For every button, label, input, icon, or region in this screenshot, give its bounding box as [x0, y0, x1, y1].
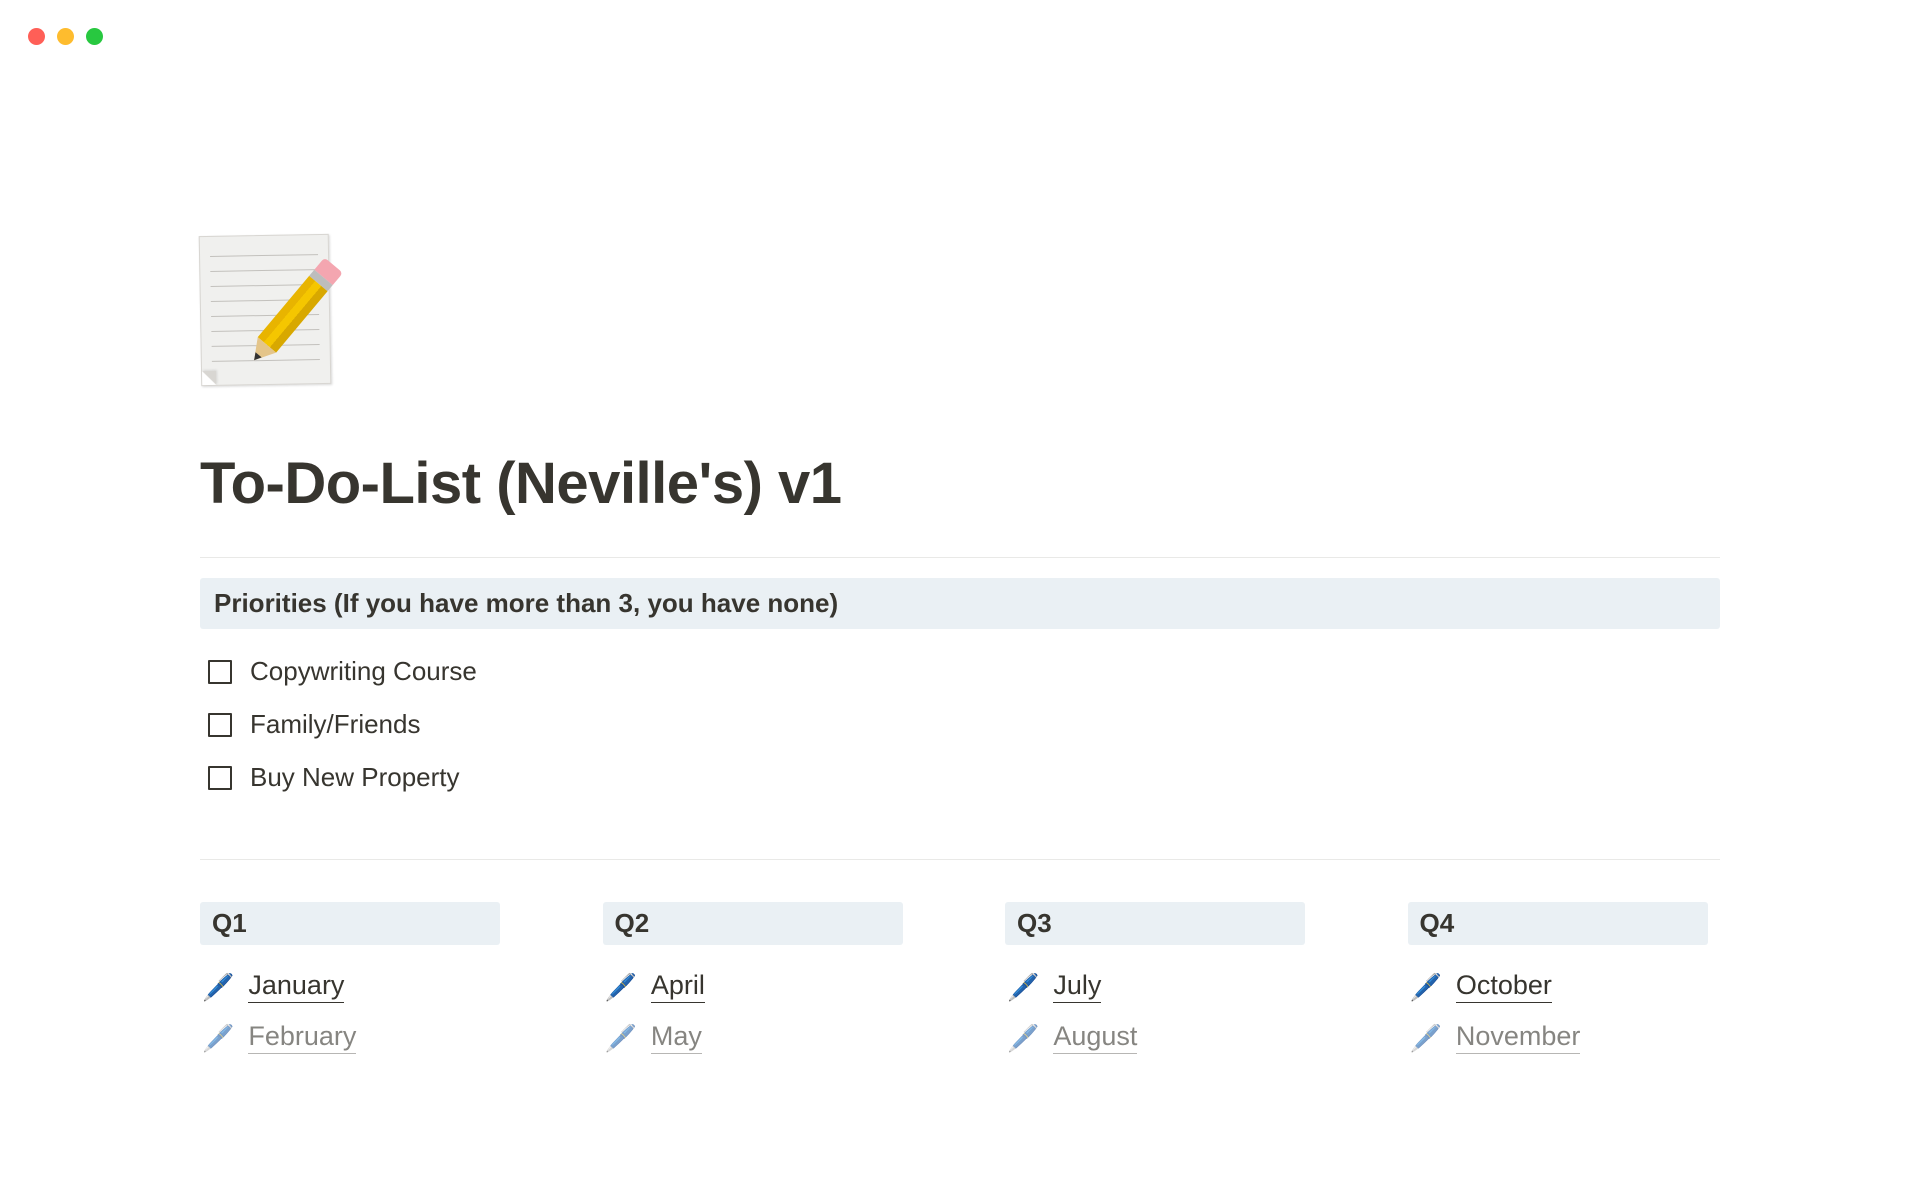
month-label: August — [1053, 1021, 1137, 1054]
month-link[interactable]: 🖊️ August — [1005, 1012, 1318, 1063]
month-label: January — [248, 970, 344, 1003]
quarter-column-q2: Q2 🖊️ April 🖊️ May — [603, 902, 916, 1063]
divider — [200, 859, 1720, 860]
month-label: October — [1456, 970, 1552, 1003]
priorities-list: Copywriting Course Family/Friends Buy Ne… — [200, 645, 1720, 804]
pen-icon: 🖊️ — [1007, 974, 1039, 1000]
quarters-grid: Q1 🖊️ January 🖊️ February Q2 🖊️ April 🖊️ — [200, 902, 1720, 1063]
todo-label: Buy New Property — [250, 762, 460, 793]
todo-label: Copywriting Course — [250, 656, 477, 687]
month-label: May — [651, 1021, 702, 1054]
pen-icon: 🖊️ — [1410, 1025, 1442, 1051]
window-zoom-button[interactable] — [86, 28, 103, 45]
pen-icon: 🖊️ — [202, 974, 234, 1000]
page-content: To-Do-List (Neville's) v1 Priorities (If… — [200, 235, 1720, 1063]
app-window: To-Do-List (Neville's) v1 Priorities (If… — [0, 0, 1920, 1200]
quarter-heading[interactable]: Q4 — [1408, 902, 1708, 945]
month-label: November — [1456, 1021, 1581, 1054]
pen-icon: 🖊️ — [605, 974, 637, 1000]
window-controls — [28, 28, 103, 45]
month-link[interactable]: 🖊️ February — [200, 1012, 513, 1063]
todo-item[interactable]: Family/Friends — [200, 698, 1720, 751]
month-link[interactable]: 🖊️ April — [603, 961, 916, 1012]
month-link[interactable]: 🖊️ November — [1408, 1012, 1721, 1063]
month-label: February — [248, 1021, 356, 1054]
quarter-heading[interactable]: Q2 — [603, 902, 903, 945]
pen-icon: 🖊️ — [605, 1025, 637, 1051]
month-label: April — [651, 970, 705, 1003]
quarter-column-q1: Q1 🖊️ January 🖊️ February — [200, 902, 513, 1063]
month-link[interactable]: 🖊️ May — [603, 1012, 916, 1063]
quarter-column-q4: Q4 🖊️ October 🖊️ November — [1408, 902, 1721, 1063]
page-title[interactable]: To-Do-List (Neville's) v1 — [200, 450, 1720, 517]
priorities-heading[interactable]: Priorities (If you have more than 3, you… — [200, 578, 1720, 629]
pen-icon: 🖊️ — [202, 1025, 234, 1051]
todo-checkbox[interactable] — [208, 766, 232, 790]
pen-icon: 🖊️ — [1410, 974, 1442, 1000]
month-link[interactable]: 🖊️ July — [1005, 961, 1318, 1012]
month-link[interactable]: 🖊️ January — [200, 961, 513, 1012]
month-label: July — [1053, 970, 1101, 1003]
quarter-column-q3: Q3 🖊️ July 🖊️ August — [1005, 902, 1318, 1063]
window-minimize-button[interactable] — [57, 28, 74, 45]
todo-label: Family/Friends — [250, 709, 420, 740]
divider — [200, 557, 1720, 558]
pen-icon: 🖊️ — [1007, 1025, 1039, 1051]
todo-item[interactable]: Copywriting Course — [200, 645, 1720, 698]
window-close-button[interactable] — [28, 28, 45, 45]
quarter-heading[interactable]: Q3 — [1005, 902, 1305, 945]
page-icon[interactable] — [200, 235, 340, 390]
quarter-heading[interactable]: Q1 — [200, 902, 500, 945]
todo-checkbox[interactable] — [208, 713, 232, 737]
month-link[interactable]: 🖊️ October — [1408, 961, 1721, 1012]
todo-checkbox[interactable] — [208, 660, 232, 684]
todo-item[interactable]: Buy New Property — [200, 751, 1720, 804]
